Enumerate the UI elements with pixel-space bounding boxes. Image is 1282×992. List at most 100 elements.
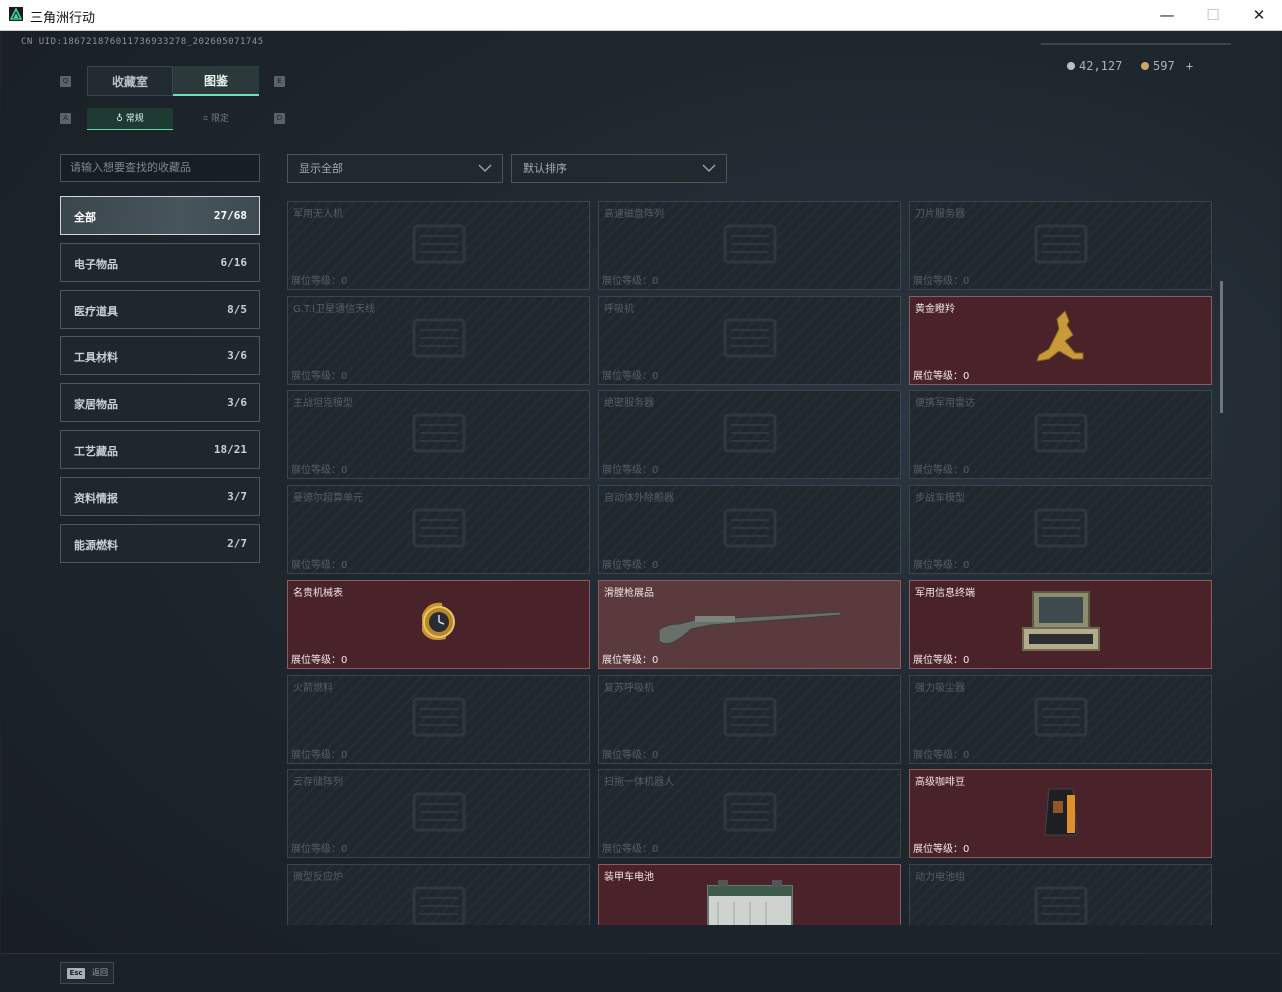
window-title: 三角洲行动 <box>30 11 96 26</box>
collection-card[interactable]: G.T.I卫星通信天线 展位等级：0 <box>287 295 590 385</box>
collection-card[interactable]: 呼吸机 展位等级：0 <box>598 295 901 385</box>
collection-card[interactable]: 扫拖一体机器人 展位等级：0 <box>598 769 901 859</box>
card-name: 步战车模型 <box>915 493 965 505</box>
card-name: 动力电池组 <box>915 871 965 883</box>
card-level: 展位等级：0 <box>291 654 348 666</box>
footer-bar: Esc 返回 <box>1 953 1281 991</box>
collection-card[interactable]: 动力电池组展位等级：0 <box>909 863 1212 925</box>
collection-card[interactable]: 主战坦克模型 展位等级：0 <box>287 390 590 480</box>
card-name: 云存储阵列 <box>293 777 343 789</box>
card-name: G.T.I卫星通信天线 <box>293 303 375 315</box>
category-count: 27/68 <box>213 209 247 222</box>
collection-card[interactable]: 便携军用雷达 展位等级：0 <box>909 390 1212 480</box>
card-name: 高速磁盘阵列 <box>604 209 664 220</box>
battery-pack-icon <box>1026 876 1096 925</box>
limited-icon: ⌗ <box>202 114 209 124</box>
category-count: 8/5 <box>227 302 247 316</box>
collection-card[interactable]: 高速磁盘阵列 展位等级：0 <box>598 201 901 290</box>
category-label: 资料情报 <box>74 491 118 505</box>
collection-card[interactable]: 自动体外除颤器 展位等级：0 <box>598 485 901 575</box>
back-button[interactable]: Esc 返回 <box>60 962 114 984</box>
card-name: 军用信息终端 <box>915 587 975 599</box>
watch-icon <box>412 595 466 653</box>
tab-collection-room[interactable]: 收藏室 <box>87 66 173 96</box>
collection-card[interactable]: 曼德尔超算单元 展位等级：0 <box>287 485 590 575</box>
tab-catalog[interactable]: 图鉴 <box>173 66 259 96</box>
game-viewport: CN UID:1867218760117369332​78_2026050717… <box>1 31 1281 991</box>
card-name: 高级咖啡豆 <box>915 777 965 789</box>
card-name: 主战坦克模型 <box>293 398 353 410</box>
subtab-regular[interactable]: ♁ 常规 <box>87 108 173 130</box>
card-name: 军用无人机 <box>293 209 343 220</box>
card-name: 黄金瞪羚 <box>915 303 955 315</box>
user-uid: CN UID:1867218760117369332​78_2026050717… <box>21 37 264 47</box>
silver-coin-icon <box>1067 62 1075 70</box>
server-icon <box>715 403 785 467</box>
collection-card[interactable]: 军用无人机 展位等级：0 <box>287 201 590 290</box>
category-label: 医疗道具 <box>74 304 118 318</box>
card-level: 展位等级：0 <box>913 844 970 856</box>
subtab-right-key-hint: D <box>274 113 285 124</box>
collection-card[interactable]: 微型反应炉展位等级：0 <box>287 863 590 925</box>
radar-icon <box>1026 403 1096 467</box>
card-name: 自动体外除颤器 <box>604 493 674 505</box>
card-name: 绝密服务器 <box>604 398 654 410</box>
category-item[interactable]: 工具材料 3/6 <box>60 336 260 376</box>
collection-card[interactable]: 装甲车电池展位等级：0 <box>598 863 901 925</box>
collection-card[interactable]: 云存储阵列 展位等级：0 <box>287 769 590 859</box>
cloud-storage-icon <box>404 782 474 846</box>
musket-icon <box>655 600 845 648</box>
collection-card[interactable]: 步战车模型展位等级：0 <box>909 485 1212 575</box>
category-item[interactable]: 资料情报 3/7 <box>60 476 260 516</box>
card-name: 装甲车电池 <box>604 871 654 883</box>
category-item[interactable]: 全部 27/68 <box>60 196 260 235</box>
card-level: 展位等级：0 <box>913 749 970 761</box>
robot-vacuum-icon <box>715 782 785 846</box>
search-input[interactable]: 请输入想要查找的收藏品 <box>60 154 260 182</box>
minimize-button[interactable]: — <box>1144 0 1190 30</box>
subtab-limited[interactable]: ⌗ 限定 <box>173 108 259 130</box>
collection-card[interactable]: 火箭燃料 展位等级：0 <box>287 674 590 764</box>
grid-scrollbar[interactable] <box>1220 281 1223 413</box>
collection-card[interactable]: 强力吸尘器 展位等级：0 <box>909 674 1212 764</box>
category-label: 全部 <box>74 211 96 224</box>
maximize-button[interactable]: ☐ <box>1190 0 1236 30</box>
collection-card[interactable]: 复苏呼吸机 展位等级：0 <box>598 674 901 764</box>
sort-dropdown[interactable]: 默认排序 <box>511 154 727 183</box>
card-level: 展位等级：0 <box>291 370 348 382</box>
add-currency-button[interactable]: + <box>1186 59 1193 73</box>
satellite-dish-icon <box>404 308 474 372</box>
card-level: 展位等级：0 <box>602 276 659 287</box>
category-count: 6/16 <box>220 255 248 269</box>
collection-card[interactable]: 滑膛枪展品 展位等级：0 <box>598 579 901 669</box>
resuscitator-icon <box>715 687 785 751</box>
ifv-model-icon <box>1026 498 1096 562</box>
card-name: 刀片服务器 <box>915 209 965 220</box>
category-item[interactable]: 医疗道具 8/5 <box>60 289 260 329</box>
terminal-icon <box>1019 590 1103 658</box>
card-level: 展位等级：0 <box>913 560 970 572</box>
collection-card[interactable]: 名贵机械表 展位等级：0 <box>287 579 590 669</box>
category-count: 2/7 <box>227 536 247 550</box>
category-item[interactable]: 家居物品 3/6 <box>60 383 260 423</box>
collection-card[interactable]: 刀片服务器 展位等级：0 <box>909 201 1212 290</box>
collection-card[interactable]: 高级咖啡豆展位等级：0 <box>909 769 1212 859</box>
collection-card[interactable]: 绝密服务器 展位等级：0 <box>598 390 901 480</box>
category-item[interactable]: 能源燃料 2/7 <box>60 523 260 563</box>
card-level: 展位等级：0 <box>602 749 659 761</box>
card-level: 展位等级：0 <box>602 654 659 666</box>
close-button[interactable]: ✕ <box>1236 0 1282 30</box>
category-item[interactable]: 工艺藏品 18/21 <box>60 430 260 469</box>
subtab-left-key-hint: A <box>60 113 71 124</box>
chevron-down-icon <box>702 164 716 172</box>
tab-right-key-hint: E <box>274 76 285 87</box>
regular-icon: ♁ <box>116 114 123 124</box>
filter-dropdown[interactable]: 显示全部 <box>287 154 503 183</box>
card-name: 微型反应炉 <box>293 871 343 883</box>
collection-card[interactable]: 黄金瞪羚 展位等级：0 <box>909 295 1212 385</box>
category-item[interactable]: 电子物品 6/16 <box>60 242 260 282</box>
category-label: 电子物品 <box>74 257 118 271</box>
card-level: 展位等级：0 <box>291 560 348 572</box>
collection-card[interactable]: 军用信息终端 展位等级：0 <box>909 579 1212 669</box>
tab-left-key-hint: Q <box>60 76 71 87</box>
